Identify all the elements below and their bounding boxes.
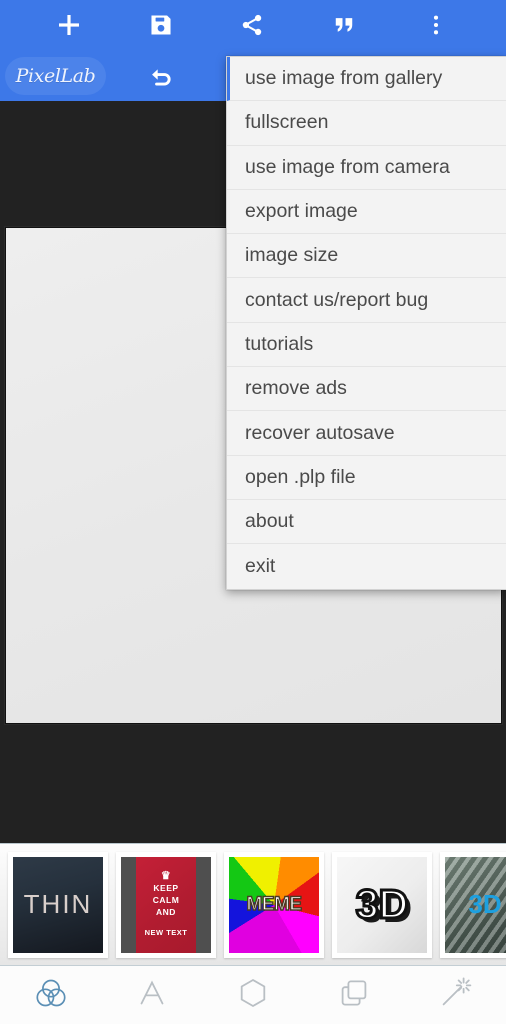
menu-item-fullscreen[interactable]: fullscreen xyxy=(227,101,506,146)
save-button[interactable] xyxy=(116,0,206,50)
menu-item-label: fullscreen xyxy=(245,111,329,134)
template-meme[interactable]: MEME xyxy=(224,851,324,958)
menu-item-tutorials[interactable]: tutorials xyxy=(227,322,506,368)
nav-item-duplicate[interactable] xyxy=(304,966,405,1024)
menu-item-export-image[interactable]: export image xyxy=(227,189,506,235)
menu-item-about[interactable]: about xyxy=(227,499,506,545)
menu-item-label: use image from gallery xyxy=(245,67,443,90)
menu-item-recover-autosave[interactable]: recover autosave xyxy=(227,411,506,456)
pixellab-editor-screen: PixelLab use image from gallery fullscre… xyxy=(0,0,506,1024)
menu-item-image-size[interactable]: image size xyxy=(227,234,506,279)
template-label: THIN xyxy=(23,889,93,919)
menu-item-label: remove ads xyxy=(245,377,347,400)
menu-item-label: use image from camera xyxy=(245,155,450,178)
share-button[interactable] xyxy=(207,0,297,50)
menu-item-label: recover autosave xyxy=(245,421,395,444)
overflow-menu[interactable]: use image from gallery fullscreen use im… xyxy=(226,56,506,590)
menu-item-exit[interactable]: exit xyxy=(227,544,506,589)
quote-button[interactable] xyxy=(299,0,389,50)
template-line-2: CALM xyxy=(152,894,180,905)
magic-wand-icon xyxy=(435,973,475,1018)
letter-a-icon xyxy=(132,973,172,1018)
template-line-4: NEW TEXT xyxy=(144,927,188,937)
crown-icon: ♛ xyxy=(160,869,172,882)
share-icon xyxy=(239,12,265,38)
menu-item-label: open .plp file xyxy=(245,465,356,488)
template-keep-calm[interactable]: ♛ KEEP CALM AND NEW TEXT xyxy=(116,851,216,958)
nav-item-text[interactable] xyxy=(101,966,202,1024)
pixellab-logo[interactable]: PixelLab xyxy=(5,57,106,95)
quotation-marks-icon xyxy=(331,12,357,38)
template-label: MEME xyxy=(246,893,303,915)
pixellab-logo-text: PixelLab xyxy=(15,65,96,87)
menu-item-label: image size xyxy=(245,244,339,267)
menu-item-label: about xyxy=(245,510,294,533)
more-options-button[interactable] xyxy=(391,0,481,50)
menu-item-use-image-from-gallery[interactable]: use image from gallery xyxy=(227,57,506,102)
menu-item-label: contact us/report bug xyxy=(245,288,429,311)
template-label: 3D xyxy=(468,889,502,919)
duplicate-squares-icon xyxy=(334,973,374,1018)
template-thin[interactable]: THIN xyxy=(8,851,108,958)
template-line-3: AND xyxy=(156,906,176,917)
venn-circles-icon xyxy=(31,973,71,1018)
template-line-1: KEEP xyxy=(153,882,179,893)
nav-item-shape[interactable] xyxy=(202,966,303,1024)
menu-item-use-image-from-camera[interactable]: use image from camera xyxy=(227,145,506,190)
plus-icon xyxy=(56,12,82,38)
template-3d[interactable]: 3D xyxy=(332,851,432,958)
template-striped[interactable]: 3D xyxy=(440,851,506,958)
template-strip[interactable]: THIN ♛ KEEP CALM AND NEW TEXT MEME 3D 3D xyxy=(0,843,506,965)
hexagon-icon xyxy=(233,973,273,1018)
nav-item-overlay[interactable] xyxy=(0,966,101,1024)
menu-item-open-plp-file[interactable]: open .plp file xyxy=(227,455,506,500)
bottom-navigation xyxy=(0,965,506,1024)
menu-item-label: exit xyxy=(245,554,276,577)
menu-item-label: export image xyxy=(245,200,358,223)
menu-item-label: tutorials xyxy=(245,332,314,355)
add-button[interactable] xyxy=(24,0,114,50)
menu-item-contact-us-report-bug[interactable]: contact us/report bug xyxy=(227,278,506,323)
template-label: 3D xyxy=(354,880,409,929)
floppy-disk-icon xyxy=(148,12,174,38)
undo-arrow-icon xyxy=(148,64,175,91)
vertical-dots-icon xyxy=(423,12,449,38)
menu-item-remove-ads[interactable]: remove ads xyxy=(227,367,506,412)
nav-item-effects[interactable] xyxy=(405,966,506,1024)
undo-button[interactable] xyxy=(116,57,206,97)
